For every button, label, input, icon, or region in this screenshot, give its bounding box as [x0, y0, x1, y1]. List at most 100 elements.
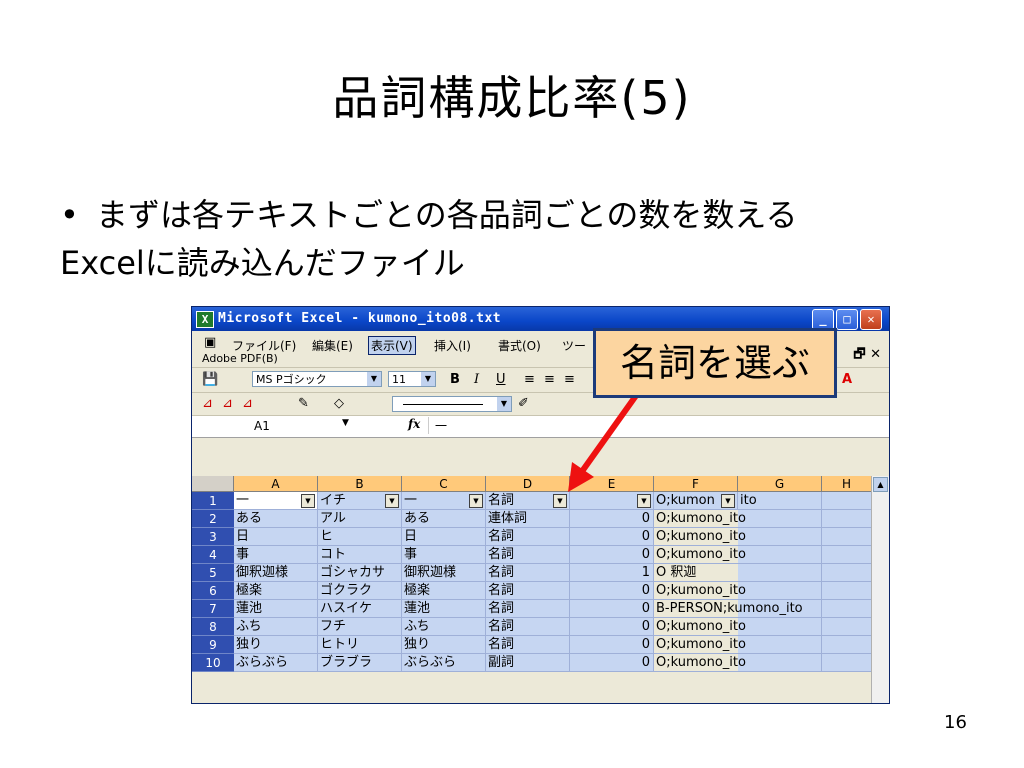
align-left-icon[interactable]: ≡ [524, 372, 535, 388]
column-header-b[interactable]: B [318, 476, 402, 492]
cell-h2[interactable] [822, 510, 872, 528]
autofilter-dropdown-icon[interactable]: ▼ [385, 494, 399, 508]
row-header[interactable]: 9 [192, 636, 234, 654]
column-header-f[interactable]: F [654, 476, 738, 492]
cell-d9[interactable]: 名詞 [486, 636, 570, 654]
maximize-button[interactable]: □ [836, 309, 858, 330]
cell-g3[interactable] [738, 528, 822, 546]
cell-d3[interactable]: 名詞 [486, 528, 570, 546]
cell-b5[interactable]: ゴシャカサ [318, 564, 402, 582]
document-window-controls[interactable]: 🗗 ✕ [853, 345, 881, 367]
cell-b10[interactable]: ブラブラ [318, 654, 402, 672]
row-header[interactable]: 8 [192, 618, 234, 636]
menu-insert[interactable]: 挿入(I) [434, 337, 471, 354]
cell-g10[interactable] [738, 654, 822, 672]
cell-f8[interactable]: O;kumono_ito [654, 618, 746, 636]
cell-h1[interactable] [822, 492, 872, 510]
close-button[interactable]: ✕ [860, 309, 882, 330]
cell-c5[interactable]: 御釈迦様 [402, 564, 486, 582]
cell-d10[interactable]: 副詞 [486, 654, 570, 672]
pdf-review-icon[interactable]: ⊿ [242, 396, 253, 412]
cell-a6[interactable]: 極楽 [234, 582, 318, 600]
cell-g9[interactable] [738, 636, 822, 654]
column-header-g[interactable]: G [738, 476, 822, 492]
cell-g2[interactable] [738, 510, 822, 528]
cell-e3[interactable]: 0 [570, 528, 654, 546]
menu-format[interactable]: 書式(O) [498, 337, 541, 354]
row-header[interactable]: 10 [192, 654, 234, 672]
cell-g5[interactable] [738, 564, 822, 582]
cell-h6[interactable] [822, 582, 872, 600]
bold-icon[interactable]: B [450, 372, 460, 388]
cell-c6[interactable]: 極楽 [402, 582, 486, 600]
cell-d8[interactable]: 名詞 [486, 618, 570, 636]
menu-edit[interactable]: 編集(E) [312, 337, 353, 354]
cell-f9[interactable]: O;kumono_ito [654, 636, 746, 654]
cell-e4[interactable]: 0 [570, 546, 654, 564]
autofilter-dropdown-icon[interactable]: ▼ [553, 494, 567, 508]
cell-a10[interactable]: ぶらぶら [234, 654, 318, 672]
cell-b8[interactable]: フチ [318, 618, 402, 636]
cell-f2[interactable]: O;kumono_ito [654, 510, 746, 528]
name-box[interactable]: A1 [194, 418, 324, 434]
line-style-select[interactable]: ▼ [392, 396, 512, 412]
cell-g8[interactable] [738, 618, 822, 636]
cell-e7[interactable]: 0 [570, 600, 654, 618]
autofilter-dropdown-icon[interactable]: ▼ [469, 494, 483, 508]
formula-input[interactable]: 一 [428, 417, 889, 434]
cell-a2[interactable]: ある [234, 510, 318, 528]
cell-e9[interactable]: 0 [570, 636, 654, 654]
cell-f5[interactable]: O 釈迦 [654, 564, 738, 582]
column-header-d[interactable]: D [486, 476, 570, 492]
font-color-icon[interactable]: A [842, 372, 852, 388]
cell-d4[interactable]: 名詞 [486, 546, 570, 564]
column-header-c[interactable]: C [402, 476, 486, 492]
cell-a3[interactable]: 日 [234, 528, 318, 546]
row-header[interactable]: 7 [192, 600, 234, 618]
row-header[interactable]: 4 [192, 546, 234, 564]
menu-view[interactable]: 表示(V) [368, 336, 416, 355]
chevron-down-icon[interactable]: ▼ [421, 372, 435, 386]
autofilter-dropdown-icon[interactable]: ▼ [301, 494, 315, 508]
minimize-button[interactable]: _ [812, 309, 834, 330]
cell-a8[interactable]: ふち [234, 618, 318, 636]
align-center-icon[interactable]: ≡ [544, 372, 555, 388]
cell-b4[interactable]: コト [318, 546, 402, 564]
cell-h7[interactable] [822, 600, 872, 618]
vertical-scrollbar[interactable]: ▲ [871, 476, 889, 703]
row-header[interactable]: 6 [192, 582, 234, 600]
excel-app-icon[interactable]: X [196, 311, 214, 328]
autofilter-dropdown-icon[interactable]: ▼ [637, 494, 651, 508]
pen-color-icon[interactable]: ✐ [518, 396, 529, 412]
cell-f7[interactable]: B-PERSON;kumono_ito [654, 600, 803, 618]
chevron-down-icon[interactable]: ▼ [497, 397, 511, 411]
italic-icon[interactable]: I [474, 372, 479, 388]
cell-b2[interactable]: アル [318, 510, 402, 528]
eraser-icon[interactable]: ◇ [334, 396, 344, 412]
cell-b3[interactable]: ヒ [318, 528, 402, 546]
cell-f10[interactable]: O;kumono_ito [654, 654, 746, 672]
underline-icon[interactable]: U [496, 372, 506, 388]
cell-b9[interactable]: ヒトリ [318, 636, 402, 654]
row-header[interactable]: 3 [192, 528, 234, 546]
cell-e8[interactable]: 0 [570, 618, 654, 636]
cell-f6[interactable]: O;kumono_ito [654, 582, 746, 600]
cell-f1[interactable]: O;kumon ▼ [654, 492, 738, 510]
cell-h5[interactable] [822, 564, 872, 582]
cell-g6[interactable] [738, 582, 822, 600]
row-header[interactable]: 5 [192, 564, 234, 582]
annotation-icon[interactable]: ✎ [298, 396, 309, 412]
cell-d5[interactable]: 名詞 [486, 564, 570, 582]
cell-c7[interactable]: 蓮池 [402, 600, 486, 618]
column-header-a[interactable]: A [234, 476, 318, 492]
font-name-select[interactable]: MS Pゴシック ▼ [252, 371, 382, 387]
cell-d1[interactable]: 名詞 ▼ [486, 492, 570, 510]
cell-g4[interactable] [738, 546, 822, 564]
cell-h10[interactable] [822, 654, 872, 672]
row-header[interactable]: 1 [192, 492, 234, 510]
cell-d7[interactable]: 名詞 [486, 600, 570, 618]
menu-tools[interactable]: ツー [562, 337, 586, 354]
cell-h3[interactable] [822, 528, 872, 546]
cell-e1[interactable]: ▼ [570, 492, 654, 510]
cell-a9[interactable]: 独り [234, 636, 318, 654]
